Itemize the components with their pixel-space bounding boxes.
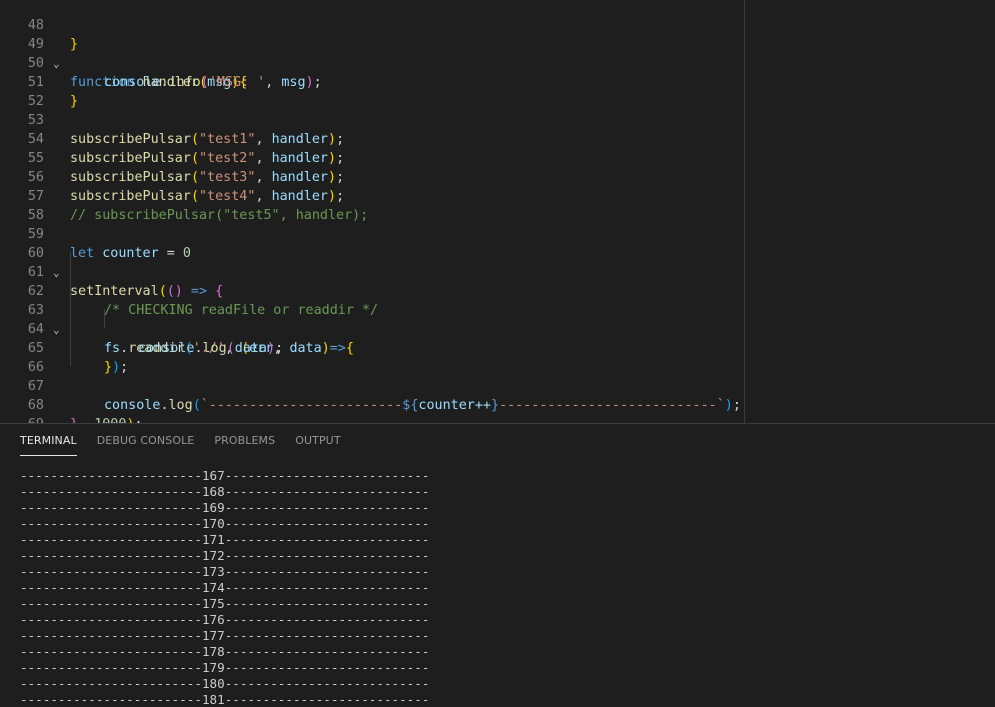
terminal-line: ------------------------170-------------…	[20, 516, 430, 531]
code-line[interactable]: 61	[0, 244, 995, 280]
terminal-line: ------------------------168-------------…	[20, 484, 430, 499]
tab-terminal[interactable]: TERMINAL	[20, 424, 77, 458]
terminal-line: ------------------------167-------------…	[20, 468, 430, 483]
terminal-line: ------------------------180-------------…	[20, 676, 430, 691]
code-line[interactable]: 48 }	[0, 0, 995, 52]
code-line[interactable]: 52	[0, 73, 995, 109]
bottom-panel: TERMINAL DEBUG CONSOLE PROBLEMS OUTPUT -…	[0, 423, 995, 707]
code-line[interactable]: 60 ⌄ setInterval(() => {	[0, 225, 995, 299]
panel-tabs: TERMINAL DEBUG CONSOLE PROBLEMS OUTPUT	[20, 424, 341, 458]
code-line[interactable]: 62 /* CHECKING readFile or readdir */	[0, 263, 995, 318]
code-line[interactable]: 58	[0, 187, 995, 223]
terminal-line: ------------------------174-------------…	[20, 580, 430, 595]
tab-debug-console[interactable]: DEBUG CONSOLE	[97, 424, 195, 458]
code-line[interactable]: 69	[0, 396, 995, 423]
terminal-line: ------------------------173-------------…	[20, 564, 430, 579]
code-line[interactable]: 59 let counter = 0	[0, 206, 995, 261]
terminal-line: ------------------------172-------------…	[20, 548, 430, 563]
code-line[interactable]: 64 console.log(data);	[0, 301, 995, 356]
terminal-line: ------------------------171-------------…	[20, 532, 430, 547]
code-line[interactable]: 63 ⌄ fs.readdir('./', (err, data)=>{	[0, 282, 995, 356]
terminal-output[interactable]: ------------------------167-------------…	[20, 468, 980, 707]
line-number: 69	[0, 415, 44, 423]
tab-output[interactable]: OUTPUT	[295, 424, 340, 458]
code-line[interactable]: 66	[0, 339, 995, 375]
terminal-line: ------------------------181-------------…	[20, 692, 430, 707]
terminal-line: ------------------------178-------------…	[20, 644, 430, 659]
terminal-line: ------------------------169-------------…	[20, 500, 430, 515]
code-line[interactable]: 55 subscribePulsar("test3", handler);	[0, 130, 995, 185]
code-line[interactable]: 50 console.info('MSG: ', msg);	[0, 35, 995, 90]
code-line[interactable]: 54 subscribePulsar("test2", handler);	[0, 111, 995, 166]
code-line[interactable]: 65 });	[0, 320, 995, 375]
terminal-line: ------------------------177-------------…	[20, 628, 430, 643]
terminal-line: ------------------------175-------------…	[20, 596, 430, 611]
code-line[interactable]: 56 subscribePulsar("test4", handler);	[0, 149, 995, 204]
code-line[interactable]: 57 // subscribePulsar("test5", handler);	[0, 168, 995, 223]
tab-problems[interactable]: PROBLEMS	[214, 424, 275, 458]
terminal-line: ------------------------179-------------…	[20, 660, 430, 675]
code-line[interactable]: 67 console.log(`------------------------…	[0, 358, 995, 413]
code-line[interactable]: 51 }	[0, 54, 995, 109]
code-editor[interactable]: 48 } 49 ⌄ function handler(msg){ 50 cons…	[0, 0, 995, 423]
code-line[interactable]: 53 subscribePulsar("test1", handler);	[0, 92, 995, 147]
code-line[interactable]: 49 ⌄ function handler(msg){	[0, 16, 995, 90]
code-line[interactable]: 68 }, 1000);	[0, 377, 995, 423]
code-content: }, 1000);	[70, 415, 143, 423]
terminal-line: ------------------------176-------------…	[20, 612, 430, 627]
